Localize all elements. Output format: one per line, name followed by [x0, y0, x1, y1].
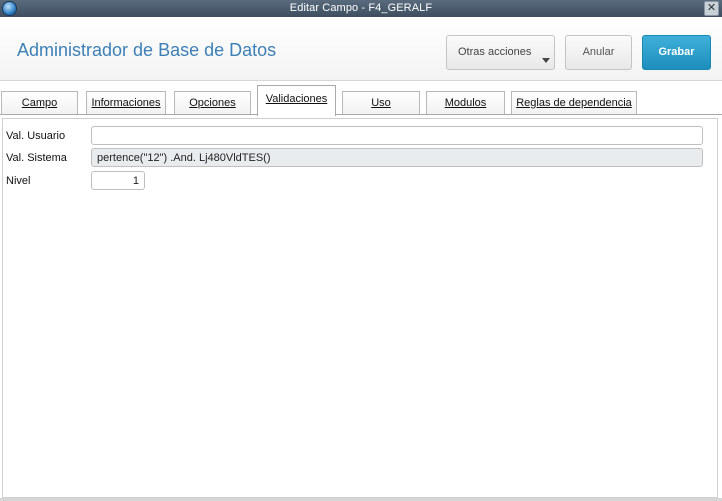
- tab-label: Informaciones: [91, 97, 161, 109]
- other-actions-button[interactable]: Otras acciones: [446, 35, 555, 70]
- cancel-button[interactable]: Anular: [565, 35, 632, 70]
- nivel-label: Nivel: [6, 175, 31, 187]
- val-usuario-label: Val. Usuario: [6, 130, 66, 142]
- tab-label: Validaciones: [265, 93, 328, 105]
- tab-opciones[interactable]: Opciones: [174, 91, 251, 115]
- tab-label: Modulos: [444, 97, 487, 109]
- tab-uso[interactable]: Uso: [342, 91, 420, 115]
- validaciones-panel: Val. Usuario Val. Sistema pertence("12")…: [0, 114, 722, 501]
- save-button[interactable]: Grabar: [642, 35, 711, 70]
- chevron-down-icon: [542, 58, 550, 63]
- val-usuario-input[interactable]: [91, 126, 703, 145]
- tab-validaciones[interactable]: Validaciones: [257, 85, 336, 116]
- nivel-input[interactable]: 1: [91, 171, 145, 190]
- tab-strip: Campo Informaciones Opciones Validacione…: [0, 82, 722, 116]
- page-title: Administrador de Base de Datos: [17, 40, 277, 60]
- tab-modulos[interactable]: Modulos: [426, 91, 505, 115]
- window-titlebar: Editar Campo - F4_GERALF ✕: [0, 0, 722, 17]
- val-sistema-field[interactable]: pertence("12") .And. Lj480VldTES(): [91, 148, 703, 167]
- tab-label: Campo: [21, 97, 58, 109]
- tab-label: Opciones: [189, 97, 236, 109]
- close-icon[interactable]: ✕: [704, 1, 719, 16]
- page-header: Administrador de Base de Datos Otras acc…: [0, 17, 722, 81]
- val-sistema-label: Val. Sistema: [6, 152, 67, 164]
- tab-label: Uso: [371, 97, 391, 109]
- other-actions-label: Otras acciones: [458, 46, 532, 58]
- form-area: Val. Usuario Val. Sistema pertence("12")…: [2, 118, 718, 498]
- window-title: Editar Campo - F4_GERALF: [289, 2, 433, 14]
- tab-label: Reglas de dependencia: [516, 97, 632, 109]
- tab-campo[interactable]: Campo: [1, 91, 78, 115]
- tab-reglas-de-dependencia[interactable]: Reglas de dependencia: [511, 91, 637, 115]
- tab-informaciones[interactable]: Informaciones: [86, 91, 166, 115]
